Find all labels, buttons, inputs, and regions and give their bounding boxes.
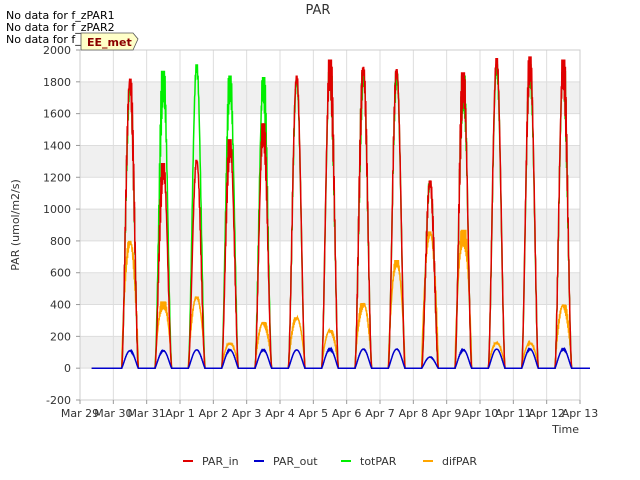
y-tick-label: 2000: [43, 44, 71, 57]
ee-met-badge: EE_met: [80, 32, 139, 51]
legend: PAR_in PAR_out totPAR difPAR: [183, 455, 477, 468]
plot-band: [80, 368, 580, 400]
x-axis-label: Time: [551, 423, 579, 436]
plot-band: [80, 240, 580, 273]
legend-label-difPAR: difPAR: [442, 455, 477, 468]
x-tick-label: Apr 3: [232, 407, 262, 420]
x-tick-label: Apr 5: [299, 407, 329, 420]
x-tick-label: Apr 13: [562, 407, 599, 420]
x-tick-label: Apr 6: [332, 407, 362, 420]
legend-label-totPAR: totPAR: [360, 455, 397, 468]
x-tick-label: Apr 1: [165, 407, 195, 420]
legend-label-PAR_in: PAR_in: [202, 455, 239, 468]
x-tick-label: Apr 2: [199, 407, 229, 420]
chart-title: PAR: [306, 3, 331, 18]
y-tick-label: 1000: [43, 203, 71, 216]
y-axis-label: PAR (umol/m2/s): [9, 179, 22, 271]
x-tick-label: Apr 8: [399, 407, 429, 420]
y-tick-label: 200: [50, 330, 71, 343]
y-tick-label: 600: [50, 267, 71, 280]
x-axis-ticks: Mar 29Mar 30Mar 31 Apr 1 Apr 2 Apr 3 Apr 4 Ap…: [61, 400, 598, 420]
y-tick-label: 1400: [43, 139, 71, 152]
x-tick-label: Apr 11: [495, 407, 532, 420]
y-tick-label: 800: [50, 235, 71, 248]
x-tick-label: Apr 12: [528, 407, 565, 420]
x-tick-label: Apr 7: [365, 407, 395, 420]
y-tick-label: -200: [46, 394, 71, 407]
plot-band: [80, 145, 580, 178]
ee-met-label: EE_met: [87, 36, 132, 49]
y-tick-label: 1600: [43, 108, 71, 121]
plot-band: [80, 113, 580, 146]
par-chart: -200 0 200 400 600 800 1000 1200 1400 1600 1800 200…: [9, 3, 598, 468]
y-axis-ticks: -200 0 200 400 600 800 1000 1200 1400 1600 1800 200…: [43, 44, 80, 407]
plot-band: [80, 272, 580, 305]
plot-band: [80, 209, 580, 241]
y-tick-label: 400: [50, 299, 71, 312]
x-tick-label: Apr 4: [265, 407, 295, 420]
plot-band: [80, 177, 580, 210]
y-tick-label: 0: [64, 362, 71, 375]
y-tick-label: 1800: [43, 76, 71, 89]
legend-label-PAR_out: PAR_out: [273, 455, 318, 468]
x-tick-label: Apr 10: [462, 407, 499, 420]
x-tick-label: Apr 9: [432, 407, 462, 420]
y-tick-label: 1200: [43, 171, 71, 184]
x-tick-label: Mar 31: [128, 407, 166, 420]
